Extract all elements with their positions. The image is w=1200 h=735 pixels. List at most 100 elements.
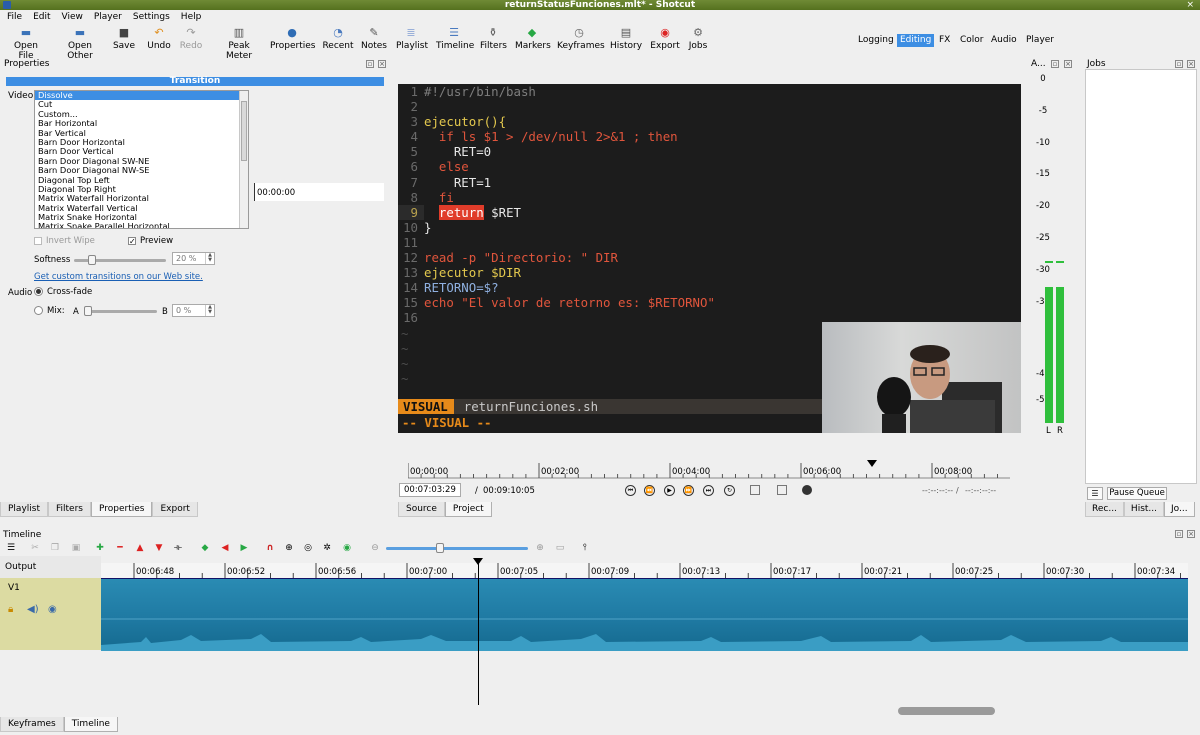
rewind-icon[interactable]: ⏪ [644, 485, 655, 496]
workspace-fx[interactable]: FX [936, 34, 953, 47]
workspace-color[interactable]: Color [957, 34, 987, 47]
markers-button[interactable]: ◆ Markers [515, 24, 551, 56]
add-marker-icon[interactable]: ◆ [199, 542, 211, 554]
spin-arrows-icon[interactable]: ▲ ▼ [205, 253, 214, 264]
jobs-list[interactable] [1085, 69, 1197, 484]
zoom-fit-icon[interactable]: ▭ [554, 542, 566, 554]
playlist-button[interactable]: ≣ Playlist [396, 24, 428, 56]
remove-icon[interactable]: ━ [114, 542, 126, 554]
zoom-icon[interactable] [750, 485, 760, 495]
save-button[interactable]: ■ Save [112, 24, 136, 56]
float-panel-button[interactable]: ▫ [1051, 60, 1059, 68]
close-panel-button[interactable]: × [1064, 60, 1072, 68]
preview-checkbox[interactable]: ✓ Preview [128, 236, 173, 246]
append-icon[interactable]: ✚ [94, 542, 106, 554]
close-panel-button[interactable]: × [1187, 530, 1195, 538]
invert-wipe-checkbox[interactable]: Invert Wipe [34, 236, 95, 246]
menu-settings[interactable]: Settings [126, 10, 174, 24]
menu-file[interactable]: File [0, 10, 26, 24]
zoom-out-icon[interactable]: ⊖ [369, 542, 381, 554]
mute-icon[interactable]: ◀) [27, 604, 39, 615]
softness-spinbox[interactable]: 20 % ▲ ▼ [172, 252, 215, 265]
split-icon[interactable]: ⟛ [172, 542, 184, 554]
lift-icon[interactable]: ▲ [134, 542, 146, 554]
previous-marker-icon[interactable]: ◀ [219, 542, 231, 554]
workspace-player[interactable]: Player [1023, 34, 1057, 47]
spin-arrows-icon[interactable]: ▲ ▼ [205, 305, 214, 316]
filters-button[interactable]: ⚱ Filters [480, 24, 507, 56]
zoom-slider-handle[interactable] [435, 543, 444, 553]
tab-timeline[interactable]: Timeline [63, 717, 118, 732]
open-other-button[interactable]: ▬ Open Other [54, 24, 106, 62]
volume-icon[interactable] [802, 485, 812, 495]
softness-slider[interactable] [74, 255, 166, 265]
tab-project[interactable]: Project [444, 502, 492, 517]
player-ruler[interactable]: 00:00:00 00:02:00 00:04:00 00:06:00 00:08:00 [408, 461, 1010, 479]
float-panel-button[interactable]: ▫ [1175, 60, 1183, 68]
position-timecode[interactable]: 00:07:03:29 [399, 483, 461, 497]
ripple-all-icon[interactable]: ✲ [321, 542, 333, 554]
undo-button[interactable]: ↶ Undo [146, 24, 172, 56]
zoom-in-icon[interactable]: ⊕ [534, 542, 546, 554]
timeline-menu-icon[interactable]: ☰ [5, 542, 17, 554]
copy-icon[interactable]: ❐ [49, 542, 61, 554]
peak-meter-button[interactable]: ▥ Peak Meter [215, 24, 263, 62]
skip-previous-icon[interactable]: ⏮ [625, 485, 636, 496]
lock-icon[interactable]: 🔒︎ [8, 604, 13, 615]
tab-source[interactable]: Source [398, 502, 445, 517]
tab-keyframes[interactable]: Keyframes [0, 717, 64, 732]
tab-recent[interactable]: Rec... [1085, 502, 1124, 517]
open-file-button[interactable]: ▬ Open File [6, 24, 46, 62]
tab-playlist[interactable]: Playlist [0, 502, 48, 517]
player-playhead[interactable] [866, 460, 877, 467]
custom-transitions-link[interactable]: Get custom transitions on our Web site. [34, 272, 203, 282]
transition-list-item[interactable]: Matrix Snake Parallel Horizontal [35, 222, 248, 228]
scrollbar-thumb[interactable] [241, 101, 247, 161]
menu-view[interactable]: View [55, 10, 87, 24]
loop-icon[interactable]: ↻ [724, 485, 735, 496]
keyframes-button[interactable]: ◷ Keyframes [557, 24, 605, 56]
float-panel-button[interactable]: ▫ [1175, 530, 1183, 538]
transition-list[interactable]: Dissolve Cut Custom... Bar Horizontal Bar Ve… [34, 90, 249, 229]
jobs-button[interactable]: ⚙ Jobs [686, 24, 710, 56]
tab-filters[interactable]: Filters [48, 502, 91, 517]
track-clip-v1[interactable] [101, 578, 1188, 651]
next-marker-icon[interactable]: ▶ [238, 542, 250, 554]
menu-edit[interactable]: Edit [26, 10, 54, 24]
mix-spinbox[interactable]: 0 % ▲ ▼ [172, 304, 215, 317]
record-audio-icon[interactable]: ⫯ [579, 542, 591, 554]
position-field[interactable]: 00:00:00 [254, 183, 384, 201]
timeline-playhead[interactable] [478, 560, 479, 705]
grid-icon[interactable] [777, 485, 787, 495]
snap-icon[interactable]: ∩ [264, 542, 276, 554]
video-preview[interactable]: 1 #!/usr/bin/bash 2 3 ejecutor(){4 if ls $1 … [398, 84, 1021, 433]
track-header-v1[interactable]: V1 🔒︎ ◀) ◉ [0, 578, 101, 650]
close-panel-button[interactable]: × [1187, 60, 1195, 68]
softness-slider-handle[interactable] [88, 255, 96, 265]
close-panel-button[interactable]: × [378, 60, 386, 68]
menu-help[interactable]: Help [174, 10, 206, 24]
tab-properties[interactable]: Properties [90, 502, 153, 517]
recent-button[interactable]: ◔ Recent [322, 24, 354, 56]
timeline-horizontal-scrollbar[interactable] [898, 707, 995, 715]
crossfade-radio[interactable]: Cross-fade [34, 287, 92, 297]
workspace-audio[interactable]: Audio [988, 34, 1020, 47]
close-window-button[interactable]: × [1186, 0, 1194, 10]
timeline-zoom-slider[interactable] [386, 543, 528, 553]
ripple-markers-icon[interactable]: ◉ [341, 542, 353, 554]
mix-slider[interactable] [84, 306, 157, 316]
fast-forward-icon[interactable]: ⏩ [683, 485, 694, 496]
transition-list-scrollbar[interactable] [239, 91, 248, 228]
play-icon[interactable]: ▶ [664, 485, 675, 496]
export-button[interactable]: ◉ Export [650, 24, 680, 56]
workspace-editing[interactable]: Editing [897, 34, 935, 47]
cut-icon[interactable]: ✂ [29, 542, 41, 554]
history-button[interactable]: ▤ History [610, 24, 642, 56]
overwrite-icon[interactable]: ▼ [153, 542, 165, 554]
mix-radio[interactable]: Mix: [34, 306, 65, 316]
pause-queue-button[interactable]: Pause Queue [1107, 487, 1167, 500]
timeline-button[interactable]: ☰ Timeline [436, 24, 474, 56]
transition-list-item[interactable]: Dissolve [35, 91, 248, 101]
hide-icon[interactable]: ◉ [48, 604, 57, 615]
tab-jobs[interactable]: Jo... [1164, 502, 1195, 517]
